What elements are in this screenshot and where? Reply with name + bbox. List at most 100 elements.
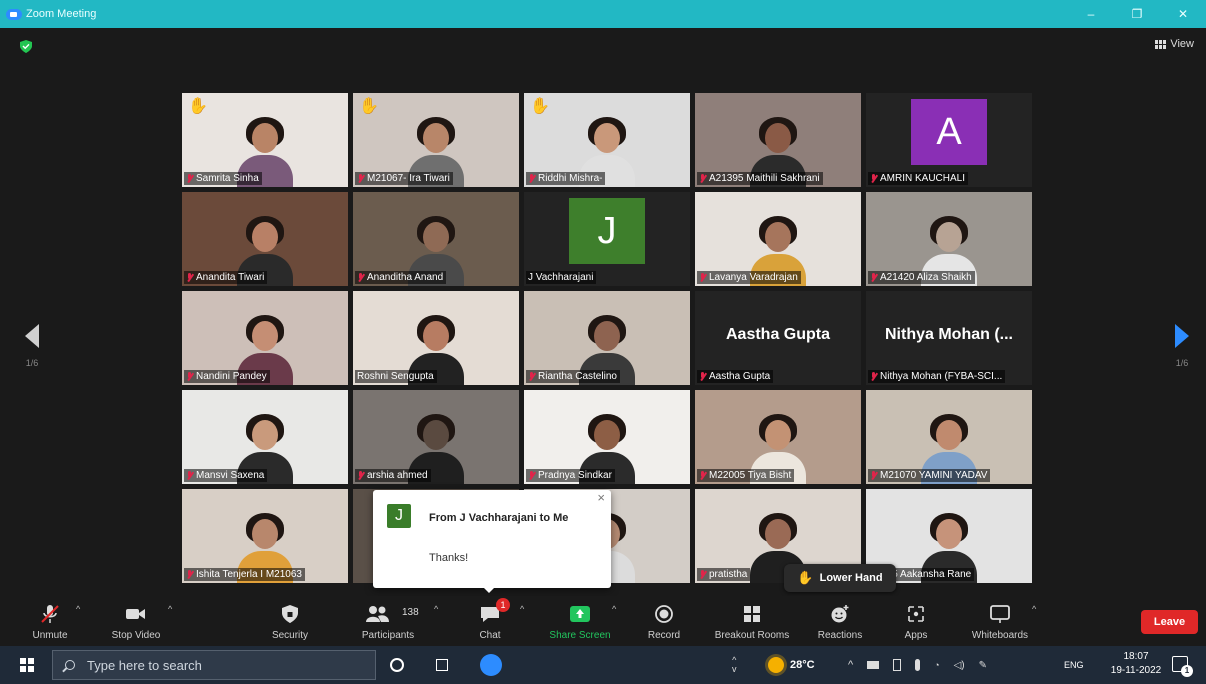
encryption-shield-icon[interactable]	[20, 40, 32, 53]
video-options-caret-icon[interactable]: ^	[168, 604, 172, 614]
participant-name: M22005 Tiya Bisht	[709, 470, 792, 481]
page-indicator-left: 1/6	[25, 358, 39, 368]
participant-tile[interactable]: M22005 Tiya Bisht	[695, 390, 861, 484]
participant-tile[interactable]: A21420 Aliza Shaikh	[866, 192, 1032, 286]
participant-tile[interactable]: ✋ M21067- Ira Tiwari	[353, 93, 519, 187]
participants-caret-icon[interactable]: ^	[434, 604, 438, 614]
participant-name: Ishita Tenjerla I M21063	[196, 569, 302, 580]
chat-button[interactable]: 1 ^ Chat	[440, 596, 540, 646]
participant-name-label: A21420 Aliza Shaikh	[868, 271, 975, 284]
temperature-text: 28°C	[790, 659, 815, 671]
participant-tile[interactable]: Riantha Castelino	[524, 291, 690, 385]
participant-display-name: Nithya Mohan (...	[885, 326, 1013, 343]
taskbar-clock[interactable]: 18:07 19-11-2022	[1108, 650, 1164, 678]
mic-muted-icon	[41, 605, 59, 623]
participant-name: arshia ahmed	[367, 470, 428, 481]
language-indicator[interactable]: ENG	[1064, 646, 1084, 684]
whiteboard-icon	[990, 605, 1010, 623]
participant-tile[interactable]: Nithya Mohan (... Nithya Mohan (FYBA-SCI.…	[866, 291, 1032, 385]
participant-name-label: pratistha	[697, 568, 751, 581]
security-button[interactable]: Security	[240, 596, 340, 646]
breakout-rooms-label: Breakout Rooms	[714, 630, 790, 641]
chat-notification[interactable]: J From J Vachharajani to Me Thanks! ×	[373, 490, 611, 588]
participants-button[interactable]: 138 ^ Participants	[338, 596, 438, 646]
notifications-icon[interactable]: 1	[1172, 656, 1193, 677]
zoom-taskbar-icon[interactable]	[480, 646, 502, 684]
battery-icon[interactable]	[893, 659, 902, 671]
notification-count-badge: 1	[1181, 665, 1193, 677]
participant-tile[interactable]: Lavanya Varadrajan	[695, 192, 861, 286]
task-view-icon[interactable]	[436, 646, 448, 684]
chat-message-text: Thanks!	[429, 552, 469, 564]
participant-tile[interactable]: ✋ Riddhi Mishra-	[524, 93, 690, 187]
meeting-toolbar: ^ Unmute ^ Stop Video Security 138 ^ Par…	[0, 596, 1206, 646]
security-shield-icon	[282, 605, 298, 623]
participant-tile[interactable]: A AMRIN KAUCHALI	[866, 93, 1032, 187]
stop-video-button[interactable]: ^ Stop Video	[86, 596, 186, 646]
whiteboards-label: Whiteboards	[971, 630, 1029, 641]
participants-count: 138	[402, 607, 419, 618]
participant-tile[interactable]: arshia ahmed	[353, 390, 519, 484]
whiteboards-button[interactable]: ^ Whiteboards	[950, 596, 1050, 646]
mic-muted-icon	[528, 471, 535, 480]
network-icon[interactable]	[867, 661, 880, 669]
lower-hand-button[interactable]: ✋ Lower Hand	[784, 564, 896, 592]
participant-name: Mansvi Saxena	[196, 470, 265, 481]
windows-taskbar: Type here to search ^v 28°C ^ ◔ ◁) ✎ EN	[0, 646, 1206, 684]
audio-options-caret-icon[interactable]: ^	[76, 604, 80, 614]
microphone-tray-icon[interactable]	[915, 659, 921, 671]
taskbar-search-box[interactable]: Type here to search	[52, 650, 376, 680]
mic-muted-icon	[870, 273, 877, 282]
pen-icon[interactable]: ✎	[979, 660, 987, 671]
wifi-icon[interactable]: ◔	[934, 660, 939, 670]
raised-hand-icon: ✋	[188, 98, 208, 115]
participant-tile[interactable]: ✋ Samrita Sinha	[182, 93, 348, 187]
participant-tile[interactable]: Pradnya Sindkar	[524, 390, 690, 484]
mic-muted-icon	[528, 174, 535, 183]
participant-tile[interactable]: Ananditha Anand	[353, 192, 519, 286]
participant-name: Riddhi Mishra-	[538, 173, 603, 184]
mic-muted-icon	[357, 273, 364, 282]
whiteboards-caret-icon[interactable]: ^	[1032, 604, 1036, 614]
scroll-arrows-icon[interactable]: ^ v	[732, 646, 737, 684]
participant-name: Samrita Sinha	[196, 173, 259, 184]
previous-page-button[interactable]: 1/6	[20, 324, 44, 368]
participant-name-label: Pradnya Sindkar	[526, 469, 615, 482]
participant-tile[interactable]: Roshni Sengupta	[353, 291, 519, 385]
mic-muted-icon	[186, 372, 193, 381]
mic-muted-icon	[699, 273, 706, 282]
zoom-logo-icon	[6, 8, 22, 20]
participant-tile[interactable]: A21395 Maithili Sakhrani	[695, 93, 861, 187]
participant-tile[interactable]: Anandita Tiwari	[182, 192, 348, 286]
participant-tile[interactable]: Aastha Gupta Aastha Gupta	[695, 291, 861, 385]
chat-notification-close-button[interactable]: ×	[597, 490, 605, 505]
leave-button[interactable]: Leave	[1141, 610, 1198, 634]
participant-tile[interactable]: Mansvi Saxena	[182, 390, 348, 484]
sun-weather-icon	[768, 657, 784, 673]
close-button[interactable]: ✕	[1160, 0, 1206, 28]
windows-start-icon[interactable]	[20, 658, 34, 672]
title-bar: Zoom Meeting – ❐ ✕	[0, 0, 1206, 28]
participant-tile[interactable]: M21070 YAMINI YADAV	[866, 390, 1032, 484]
stop-video-label: Stop Video	[111, 630, 161, 641]
minimize-button[interactable]: –	[1068, 0, 1114, 28]
view-button[interactable]: View	[1155, 38, 1194, 50]
maximize-button[interactable]: ❐	[1114, 0, 1160, 28]
weather-widget[interactable]: 28°C	[768, 646, 815, 684]
volume-icon[interactable]: ◁)	[954, 660, 965, 671]
participant-name: Lavanya Varadrajan	[709, 272, 798, 283]
arrow-right-icon	[1175, 324, 1189, 348]
next-page-button[interactable]: 1/6	[1170, 324, 1194, 368]
security-label: Security	[271, 630, 309, 641]
record-button[interactable]: Record	[614, 596, 714, 646]
participant-tile[interactable]: J J Vachharajani	[524, 192, 690, 286]
unmute-button[interactable]: ^ Unmute	[0, 596, 100, 646]
chat-caret-icon[interactable]: ^	[520, 604, 524, 614]
participant-name: Nithya Mohan (FYBA-SCI...	[880, 371, 1003, 382]
cortana-icon[interactable]	[390, 646, 404, 684]
show-hidden-icons-icon[interactable]: ^	[848, 659, 853, 671]
date-text: 19-11-2022	[1110, 665, 1162, 676]
breakout-rooms-button[interactable]: Breakout Rooms	[702, 596, 802, 646]
participant-tile[interactable]: Nandini Pandey	[182, 291, 348, 385]
participant-tile[interactable]: Ishita Tenjerla I M21063	[182, 489, 348, 583]
